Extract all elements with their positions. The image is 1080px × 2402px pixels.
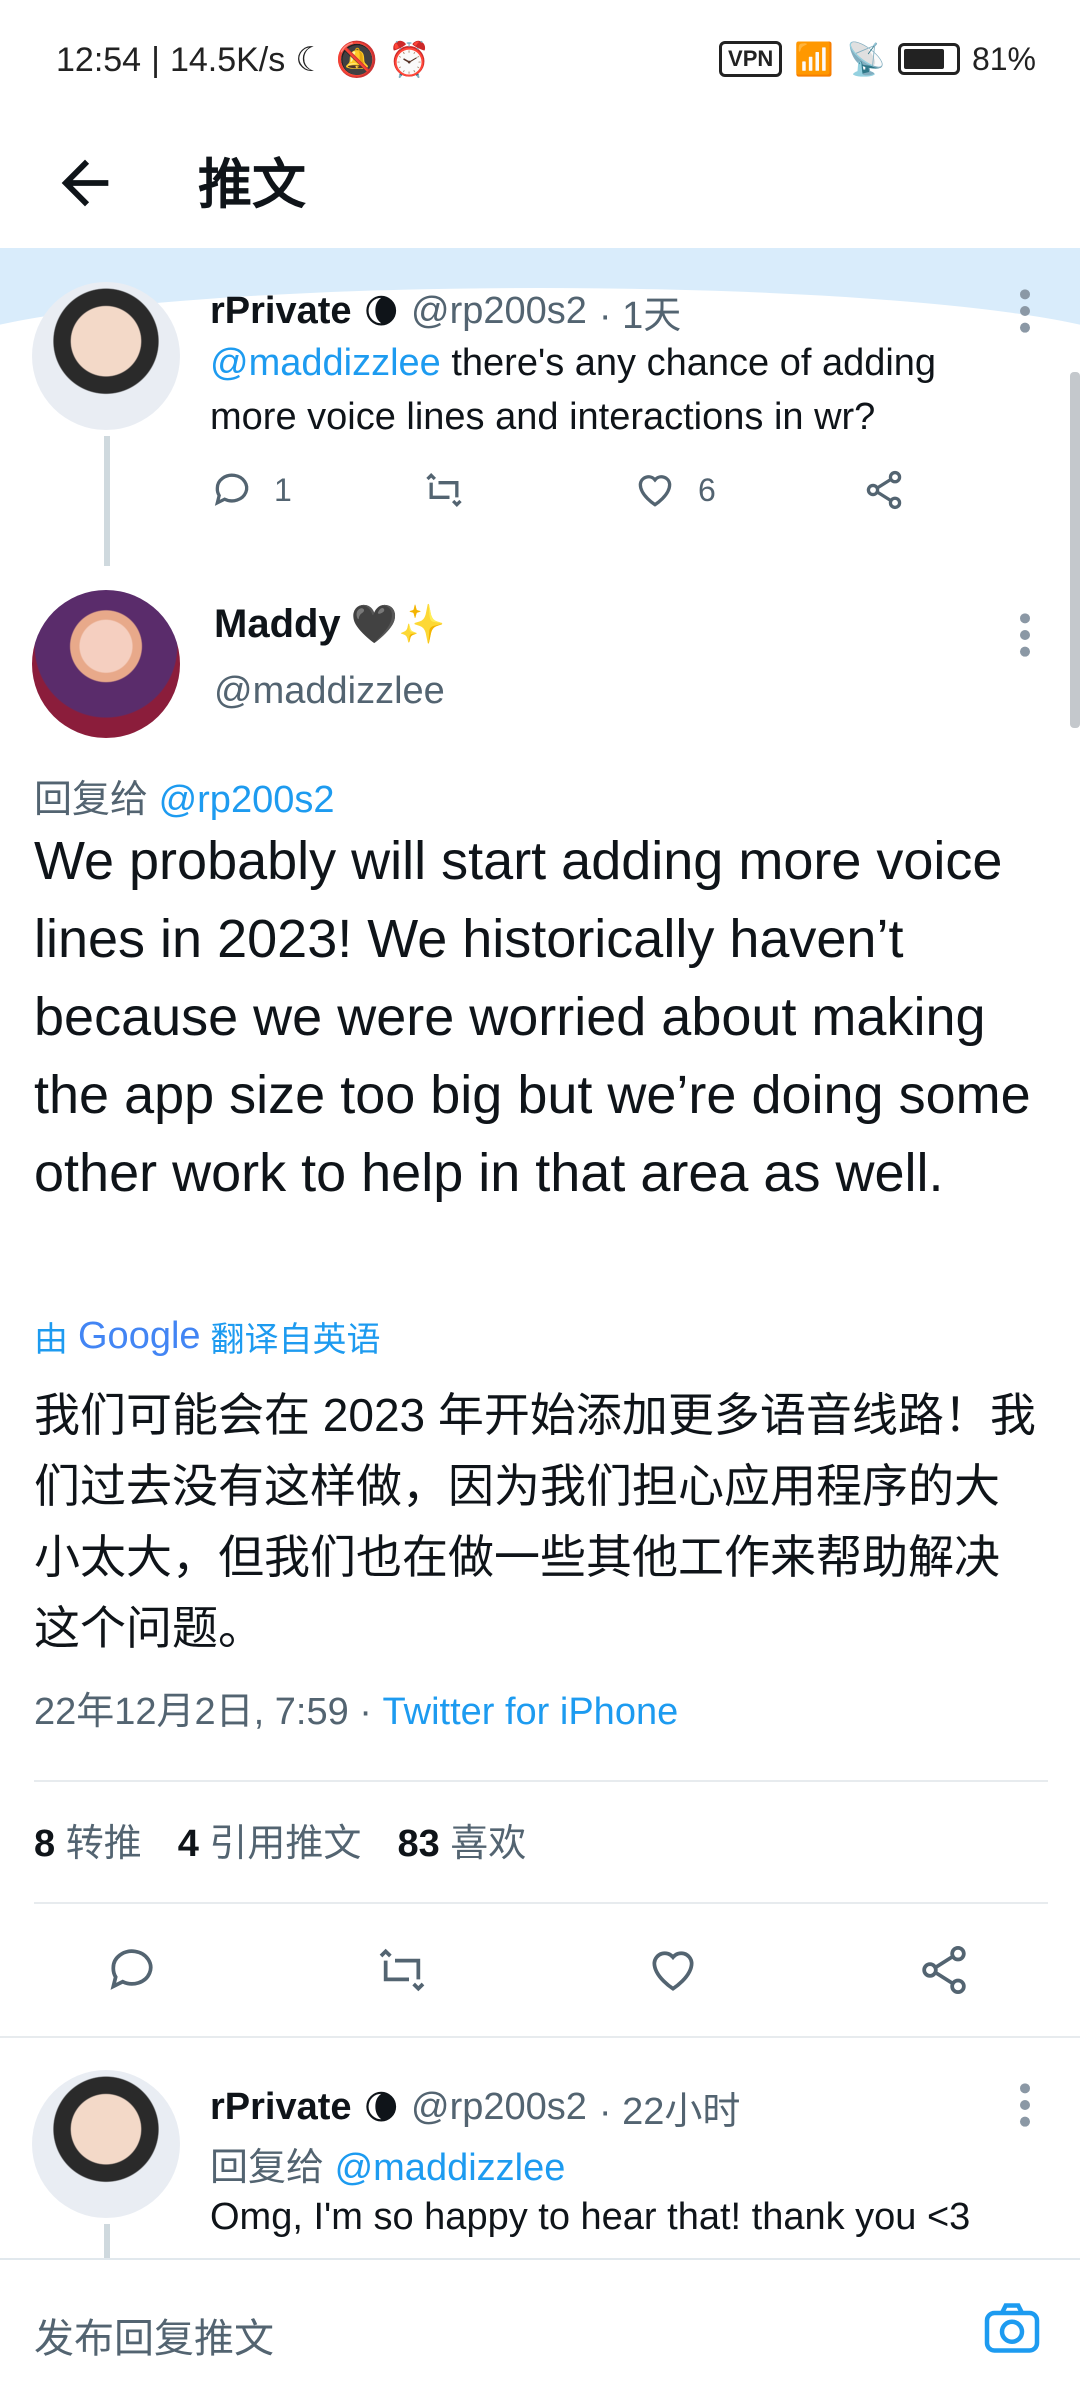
mention-link[interactable]: @maddizzlee bbox=[210, 342, 441, 384]
divider bbox=[34, 1780, 1048, 1782]
vpn-badge: VPN bbox=[719, 41, 783, 77]
comment-icon bbox=[214, 473, 249, 506]
tweet-meta: 22年12月2日, 7:59 · Twitter for iPhone bbox=[34, 1680, 678, 1735]
likes-stat[interactable]: 83 喜欢 bbox=[397, 1812, 526, 1867]
wifi-icon: 📡 bbox=[846, 41, 886, 77]
camera-icon bbox=[984, 2303, 1040, 2353]
reply-button[interactable]: 1 bbox=[210, 468, 292, 512]
avatar[interactable] bbox=[32, 282, 180, 430]
more-options-button[interactable] bbox=[1010, 286, 1040, 336]
translation-attribution[interactable]: 由 Google 翻译自英语 bbox=[34, 1312, 381, 1361]
alarm-icon: ⏰ bbox=[388, 41, 431, 79]
reply-to-link[interactable]: @maddizzlee bbox=[335, 2147, 566, 2189]
author-name[interactable]: Maddy bbox=[214, 602, 341, 647]
arrow-left-icon bbox=[61, 159, 109, 207]
tweet-timestamp: 22年12月2日, 7:59 · bbox=[34, 1691, 372, 1733]
heart-sparkles-emoji: 🖤✨ bbox=[350, 603, 446, 646]
tweet-source-link[interactable]: Twitter for iPhone bbox=[383, 1691, 679, 1733]
author-handle[interactable]: @maddizzlee bbox=[214, 670, 445, 713]
reply-context: 回复给 @maddizzlee bbox=[210, 2147, 566, 2189]
comment-icon bbox=[110, 1949, 153, 1990]
thread-connector bbox=[104, 436, 110, 566]
tweet-text: Omg, I'm so happy to hear that! thank yo… bbox=[210, 2196, 971, 2238]
status-network-speed: 14.5K/s bbox=[169, 40, 286, 79]
author-handle[interactable]: @rp200s2 bbox=[411, 2086, 587, 2129]
moon-emoji: 🌘 bbox=[363, 2088, 399, 2127]
retweet-icon bbox=[379, 1948, 425, 1992]
heart-icon bbox=[638, 475, 672, 507]
camera-button[interactable] bbox=[982, 2300, 1042, 2356]
top-app-bar bbox=[0, 120, 1080, 248]
scrollbar-thumb[interactable] bbox=[1070, 372, 1080, 728]
google-logo: Google bbox=[78, 1315, 201, 1357]
focused-tweet: Maddy 🖤✨ @maddizzlee 回复给 @rp200s2 We pro… bbox=[0, 580, 1080, 2030]
more-options-button[interactable] bbox=[1010, 610, 1040, 660]
tweet-text: We probably will start adding more voice… bbox=[34, 831, 1031, 1203]
thread-connector bbox=[104, 2224, 110, 2258]
signal-icon: 📶 bbox=[794, 41, 835, 77]
tweet-time: · 22小时 bbox=[598, 2091, 741, 2133]
share-icon bbox=[866, 470, 902, 510]
retweet-icon bbox=[426, 472, 462, 508]
page-title: 推文 bbox=[198, 155, 306, 215]
battery-percent: 81% bbox=[971, 40, 1036, 77]
reply-to-link[interactable]: @rp200s2 bbox=[159, 779, 335, 821]
battery-icon bbox=[897, 43, 960, 75]
author-name[interactable]: rPrivate bbox=[210, 290, 352, 333]
parent-tweet[interactable]: rPrivate 🌘 @rp200s2 · 1天 @maddizzlee the… bbox=[0, 260, 1080, 566]
avatar[interactable] bbox=[32, 590, 180, 738]
tweet-time: · 1天 bbox=[598, 295, 682, 337]
divider bbox=[0, 2036, 1080, 2038]
reply-context: 回复给 @rp200s2 bbox=[34, 779, 335, 821]
author-handle[interactable]: @rp200s2 bbox=[411, 290, 587, 333]
retweets-stat[interactable]: 8 转推 bbox=[34, 1812, 142, 1867]
divider bbox=[34, 1902, 1048, 1904]
reply-tweet[interactable]: rPrivate 🌘 @rp200s2 · 22小时 回复给 @maddizzl… bbox=[0, 2040, 1080, 2258]
like-button[interactable]: 6 bbox=[632, 468, 716, 512]
reply-compose-bar: 发布回复推文 bbox=[0, 2258, 1080, 2402]
translated-text: 我们可能会在 2023 年开始添加更多语音线路！我们过去没有这样做，因为我们担心… bbox=[34, 1389, 1036, 1654]
more-options-button[interactable] bbox=[1010, 2080, 1040, 2130]
share-icon bbox=[922, 1945, 966, 1995]
mute-icon: 🔕 bbox=[335, 41, 379, 79]
more-vertical-icon bbox=[1020, 613, 1030, 657]
status-time: 12:54 bbox=[56, 40, 142, 79]
share-button[interactable] bbox=[862, 468, 906, 512]
avatar[interactable] bbox=[32, 2070, 180, 2218]
reply-button[interactable] bbox=[104, 1942, 160, 1998]
more-vertical-icon bbox=[1020, 2083, 1030, 2127]
moon-icon: ☾ bbox=[295, 41, 326, 79]
engagement-stats: 8 转推 4 引用推文 83 喜欢 bbox=[34, 1812, 526, 1867]
heart-icon bbox=[652, 1951, 694, 1991]
like-button[interactable] bbox=[644, 1942, 702, 1998]
more-vertical-icon bbox=[1020, 289, 1030, 333]
share-button[interactable] bbox=[916, 1942, 972, 1998]
retweet-button[interactable] bbox=[372, 1942, 432, 1998]
quotes-stat[interactable]: 4 引用推文 bbox=[178, 1812, 362, 1867]
retweet-button[interactable] bbox=[420, 468, 468, 512]
status-bar: 12:54 | 14.5K/s ☾ 🔕 ⏰ VPN 📶 📡 81% bbox=[56, 40, 1036, 80]
reply-input[interactable]: 发布回复推文 bbox=[34, 2306, 934, 2364]
author-name[interactable]: rPrivate bbox=[210, 2086, 352, 2129]
tweet-text: @maddizzlee there's any chance of adding… bbox=[210, 342, 937, 438]
moon-emoji: 🌘 bbox=[363, 292, 399, 331]
back-button[interactable] bbox=[50, 148, 120, 218]
